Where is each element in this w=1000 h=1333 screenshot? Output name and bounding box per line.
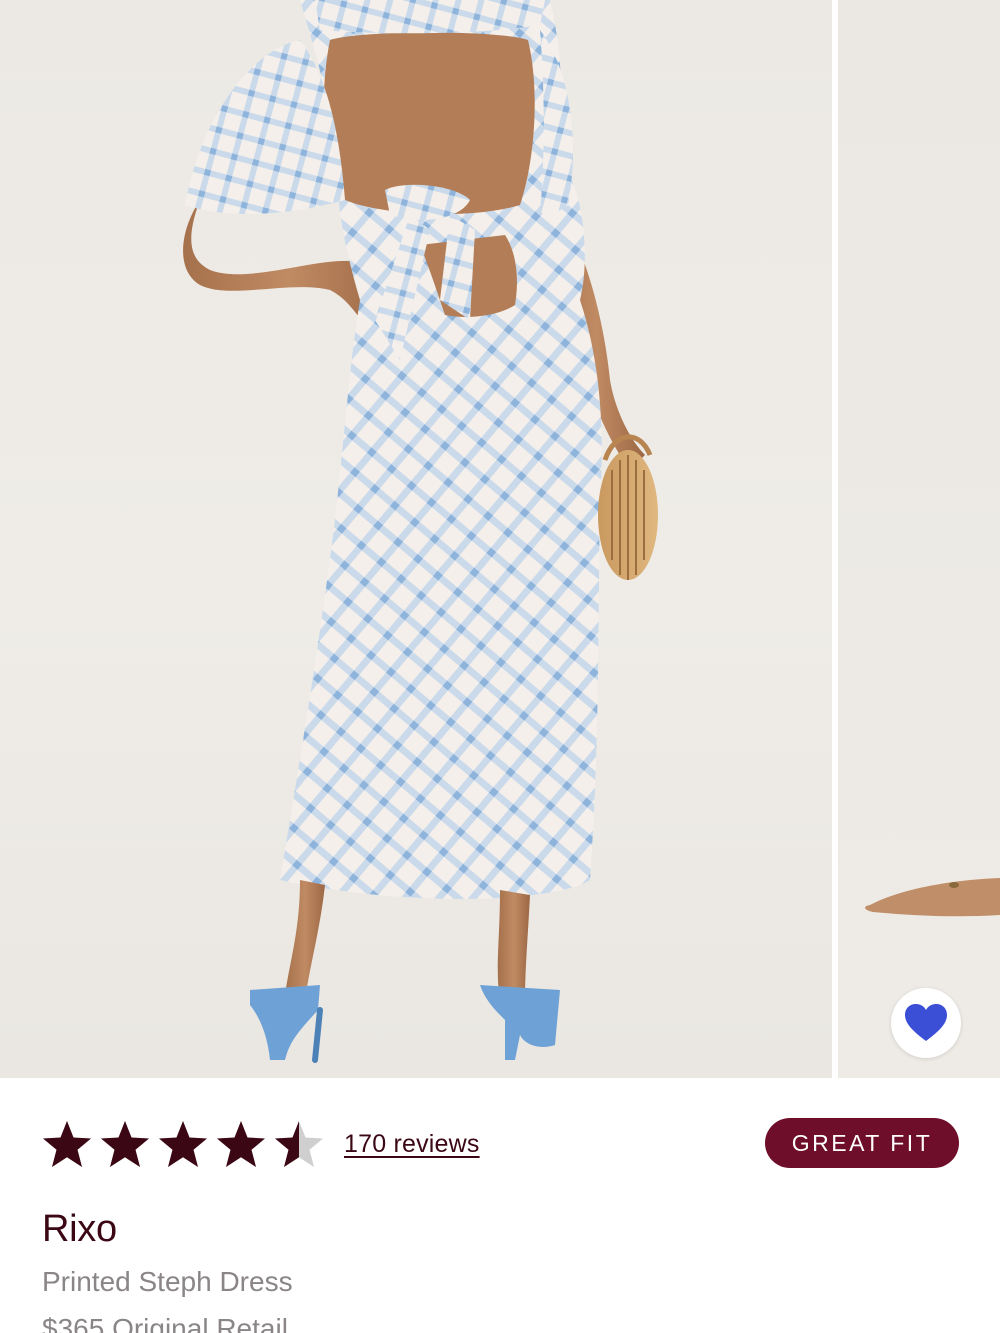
fit-badge: GREAT FIT [765,1118,959,1168]
product-image-carousel[interactable] [0,0,1000,1078]
bamboo-bag [598,434,658,580]
star-full-icon [101,1121,149,1167]
product-name: Printed Steph Dress [42,1266,293,1297]
brand-name[interactable]: Rixo [42,1208,117,1251]
retail-price: $365 Original Retail [42,1313,288,1333]
heart-icon [905,1004,947,1041]
star-half-icon [275,1121,323,1167]
star-full-icon [159,1121,207,1167]
product-image-main[interactable] [0,0,832,1078]
star-rating [42,1119,324,1169]
reviews-link[interactable]: 170 reviews [344,1130,480,1159]
dress-photo [183,0,658,1063]
star-full-icon [217,1121,265,1167]
product-page: 170 reviews GREAT FIT Rixo Printed Steph… [0,0,1000,1333]
next-photo-preview [865,878,1000,917]
product-image-next[interactable] [838,0,1000,1078]
rating-row: 170 reviews [42,1117,480,1171]
favorite-button[interactable] [891,988,961,1058]
star-full-icon [43,1121,91,1167]
